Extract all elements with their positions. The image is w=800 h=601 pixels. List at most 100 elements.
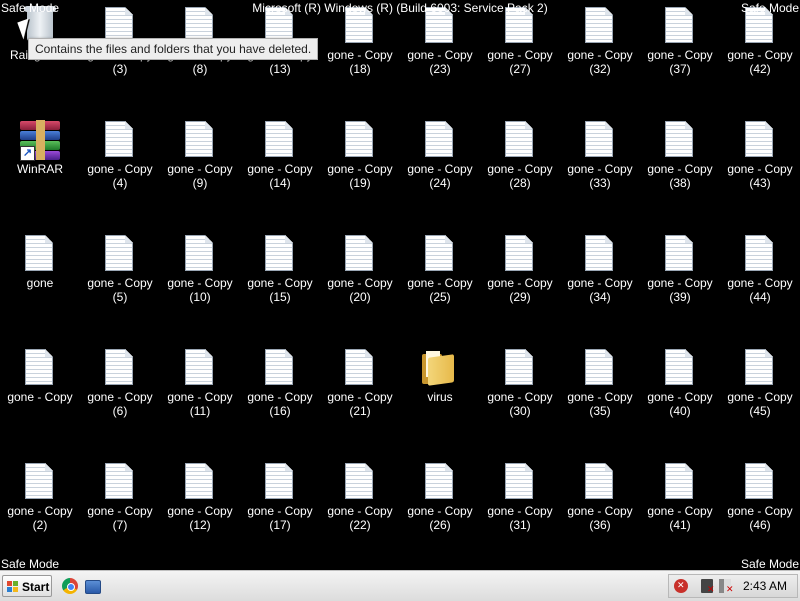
desktop-file-icon[interactable]: gone - Copy (6) bbox=[80, 342, 160, 452]
desktop-file-icon[interactable]: gone - Copy (30) bbox=[480, 342, 560, 452]
desktop-file-icon[interactable]: gone - Copy (44) bbox=[720, 228, 800, 338]
icon-label-line2: (3) bbox=[112, 62, 128, 76]
desktop-file-icon[interactable]: gone - Copy (16) bbox=[240, 342, 320, 452]
chrome-icon[interactable] bbox=[62, 578, 78, 594]
network-disconnected-icon[interactable] bbox=[701, 579, 715, 595]
icon-label: gone - Copy (15) bbox=[240, 276, 320, 304]
icon-label-line1: gone - Copy bbox=[407, 504, 473, 518]
desktop-file-icon[interactable]: gone - Copy (24) bbox=[400, 114, 480, 224]
icon-label-line1: gone - Copy bbox=[567, 390, 633, 404]
desktop-file-icon[interactable]: gone - Copy (10) bbox=[160, 228, 240, 338]
icon-label-line1: gone - Copy bbox=[567, 162, 633, 176]
desktop-file-icon[interactable]: gone - Copy (17) bbox=[240, 456, 320, 566]
icon-label-line2: (14) bbox=[269, 176, 291, 190]
desktop-file-icon[interactable]: gone - Copy (38) bbox=[640, 114, 720, 224]
desktop-file-icon[interactable]: gone - Copy (4) bbox=[80, 114, 160, 224]
desktop-file-icon[interactable]: gone - Copy (21) bbox=[320, 342, 400, 452]
icon-label-line2: (13) bbox=[269, 62, 291, 76]
desktop-file-icon[interactable]: gone - Copy (5) bbox=[80, 228, 160, 338]
document-icon bbox=[500, 462, 540, 502]
icon-label-line1: gone - Copy bbox=[327, 504, 393, 518]
windows-logo-icon bbox=[7, 581, 19, 593]
icon-label-line1: WinRAR bbox=[16, 162, 63, 176]
desktop-file-icon[interactable]: gone - Copy (40) bbox=[640, 342, 720, 452]
desktop-file-icon[interactable]: gone - Copy (42) bbox=[720, 0, 800, 110]
desktop-file-icon[interactable]: gone - Copy (7) bbox=[80, 456, 160, 566]
desktop-file-icon[interactable]: gone - Copy (15) bbox=[240, 228, 320, 338]
icon-label: virus bbox=[400, 390, 480, 404]
desktop-file-icon[interactable]: gone - Copy (9) bbox=[160, 114, 240, 224]
desktop-file-icon[interactable]: gone - Copy (2) bbox=[0, 456, 80, 566]
desktop-file-icon[interactable]: gone - Copy (14) bbox=[240, 114, 320, 224]
icon-label: gone - Copy (14) bbox=[240, 162, 320, 190]
icon-label-line2: (8) bbox=[192, 62, 208, 76]
desktop-file-icon[interactable]: gone - Copy (32) bbox=[560, 0, 640, 110]
icon-label-line2: (18) bbox=[349, 62, 371, 76]
volume-muted-icon[interactable] bbox=[719, 579, 734, 595]
desktop-file-icon[interactable]: gone - Copy (34) bbox=[560, 228, 640, 338]
icon-label-line2: (12) bbox=[189, 518, 211, 532]
icon-label-line1: gone - Copy bbox=[247, 390, 313, 404]
icon-label: gone - Copy (16) bbox=[240, 390, 320, 418]
icon-label-line2: (20) bbox=[349, 290, 371, 304]
desktop-file-icon[interactable]: gone - Copy (46) bbox=[720, 456, 800, 566]
desktop-file-icon[interactable]: gone - Copy (29) bbox=[480, 228, 560, 338]
desktop-file-icon[interactable]: gone - Copy (18) bbox=[320, 0, 400, 110]
icon-label-line2: (33) bbox=[589, 176, 611, 190]
desktop-file-icon[interactable]: gone - Copy (26) bbox=[400, 456, 480, 566]
desktop-file-icon[interactable]: gone - Copy (36) bbox=[560, 456, 640, 566]
security-alert-icon[interactable] bbox=[674, 579, 688, 593]
desktop-file-icon[interactable]: gone - Copy (12) bbox=[160, 456, 240, 566]
desktop-file-icon[interactable]: gone - Copy (33) bbox=[560, 114, 640, 224]
clock[interactable]: 2:43 AM bbox=[743, 575, 787, 597]
desktop[interactable]: Rail games↗WinRARgonegone - Copygone - C… bbox=[0, 0, 800, 570]
icon-label-line1: gone - Copy bbox=[247, 504, 313, 518]
document-icon bbox=[340, 462, 380, 502]
icon-label-line2: (29) bbox=[509, 290, 531, 304]
system-tray: 2:43 AM bbox=[668, 574, 798, 598]
desktop-file-icon[interactable]: gone - Copy (37) bbox=[640, 0, 720, 110]
desktop-file-icon[interactable]: gone - Copy (19) bbox=[320, 114, 400, 224]
desktop-file-icon[interactable]: gone bbox=[0, 228, 80, 338]
desktop-file-icon[interactable]: gone - Copy bbox=[0, 342, 80, 452]
icon-label-line2: (25) bbox=[429, 290, 451, 304]
desktop-file-icon[interactable]: gone - Copy (35) bbox=[560, 342, 640, 452]
icon-label-line1: gone - Copy bbox=[87, 276, 153, 290]
document-icon bbox=[340, 120, 380, 160]
desktop-file-icon[interactable]: gone - Copy (28) bbox=[480, 114, 560, 224]
icon-label: gone - Copy (43) bbox=[720, 162, 800, 190]
icon-label: gone - Copy (39) bbox=[640, 276, 720, 304]
icon-label-line1: gone - Copy bbox=[727, 162, 793, 176]
desktop-file-icon[interactable]: gone - Copy (39) bbox=[640, 228, 720, 338]
desktop-file-icon[interactable]: gone - Copy (25) bbox=[400, 228, 480, 338]
desktop-file-icon[interactable]: gone - Copy (27) bbox=[480, 0, 560, 110]
desktop-file-icon[interactable]: gone - Copy (43) bbox=[720, 114, 800, 224]
desktop-file-icon[interactable]: gone - Copy (23) bbox=[400, 0, 480, 110]
build-info-text: Microsoft (R) Windows (R) (Build 6003: S… bbox=[252, 1, 548, 15]
desktop-file-icon[interactable]: gone - Copy (22) bbox=[320, 456, 400, 566]
show-desktop-icon[interactable] bbox=[85, 580, 101, 594]
icon-label: gone - Copy (26) bbox=[400, 504, 480, 532]
document-icon bbox=[100, 462, 140, 502]
icon-label-line2: (44) bbox=[749, 290, 771, 304]
icon-label-line2: (21) bbox=[349, 404, 371, 418]
desktop-file-icon[interactable]: gone - Copy (11) bbox=[160, 342, 240, 452]
document-icon bbox=[500, 348, 540, 388]
desktop-folder-icon[interactable]: virus bbox=[400, 342, 480, 452]
desktop-file-icon[interactable]: gone - Copy (20) bbox=[320, 228, 400, 338]
desktop-file-icon[interactable]: gone - Copy (41) bbox=[640, 456, 720, 566]
start-button[interactable]: Start bbox=[2, 575, 52, 597]
icon-label-line2: (6) bbox=[112, 404, 128, 418]
document-icon bbox=[100, 234, 140, 274]
icon-label-line1: gone - Copy bbox=[487, 48, 553, 62]
desktop-shortcut-winrar[interactable]: ↗ WinRAR bbox=[0, 114, 80, 224]
icon-label-line1: gone - Copy bbox=[727, 504, 793, 518]
document-icon bbox=[500, 234, 540, 274]
document-icon bbox=[260, 120, 300, 160]
icon-label-line2: (4) bbox=[112, 176, 128, 190]
desktop-file-icon[interactable]: gone - Copy (31) bbox=[480, 456, 560, 566]
desktop-file-icon[interactable]: gone - Copy (45) bbox=[720, 342, 800, 452]
icon-label-line1: gone - Copy bbox=[327, 276, 393, 290]
icon-label: gone - Copy (41) bbox=[640, 504, 720, 532]
icon-label: gone - Copy (19) bbox=[320, 162, 400, 190]
